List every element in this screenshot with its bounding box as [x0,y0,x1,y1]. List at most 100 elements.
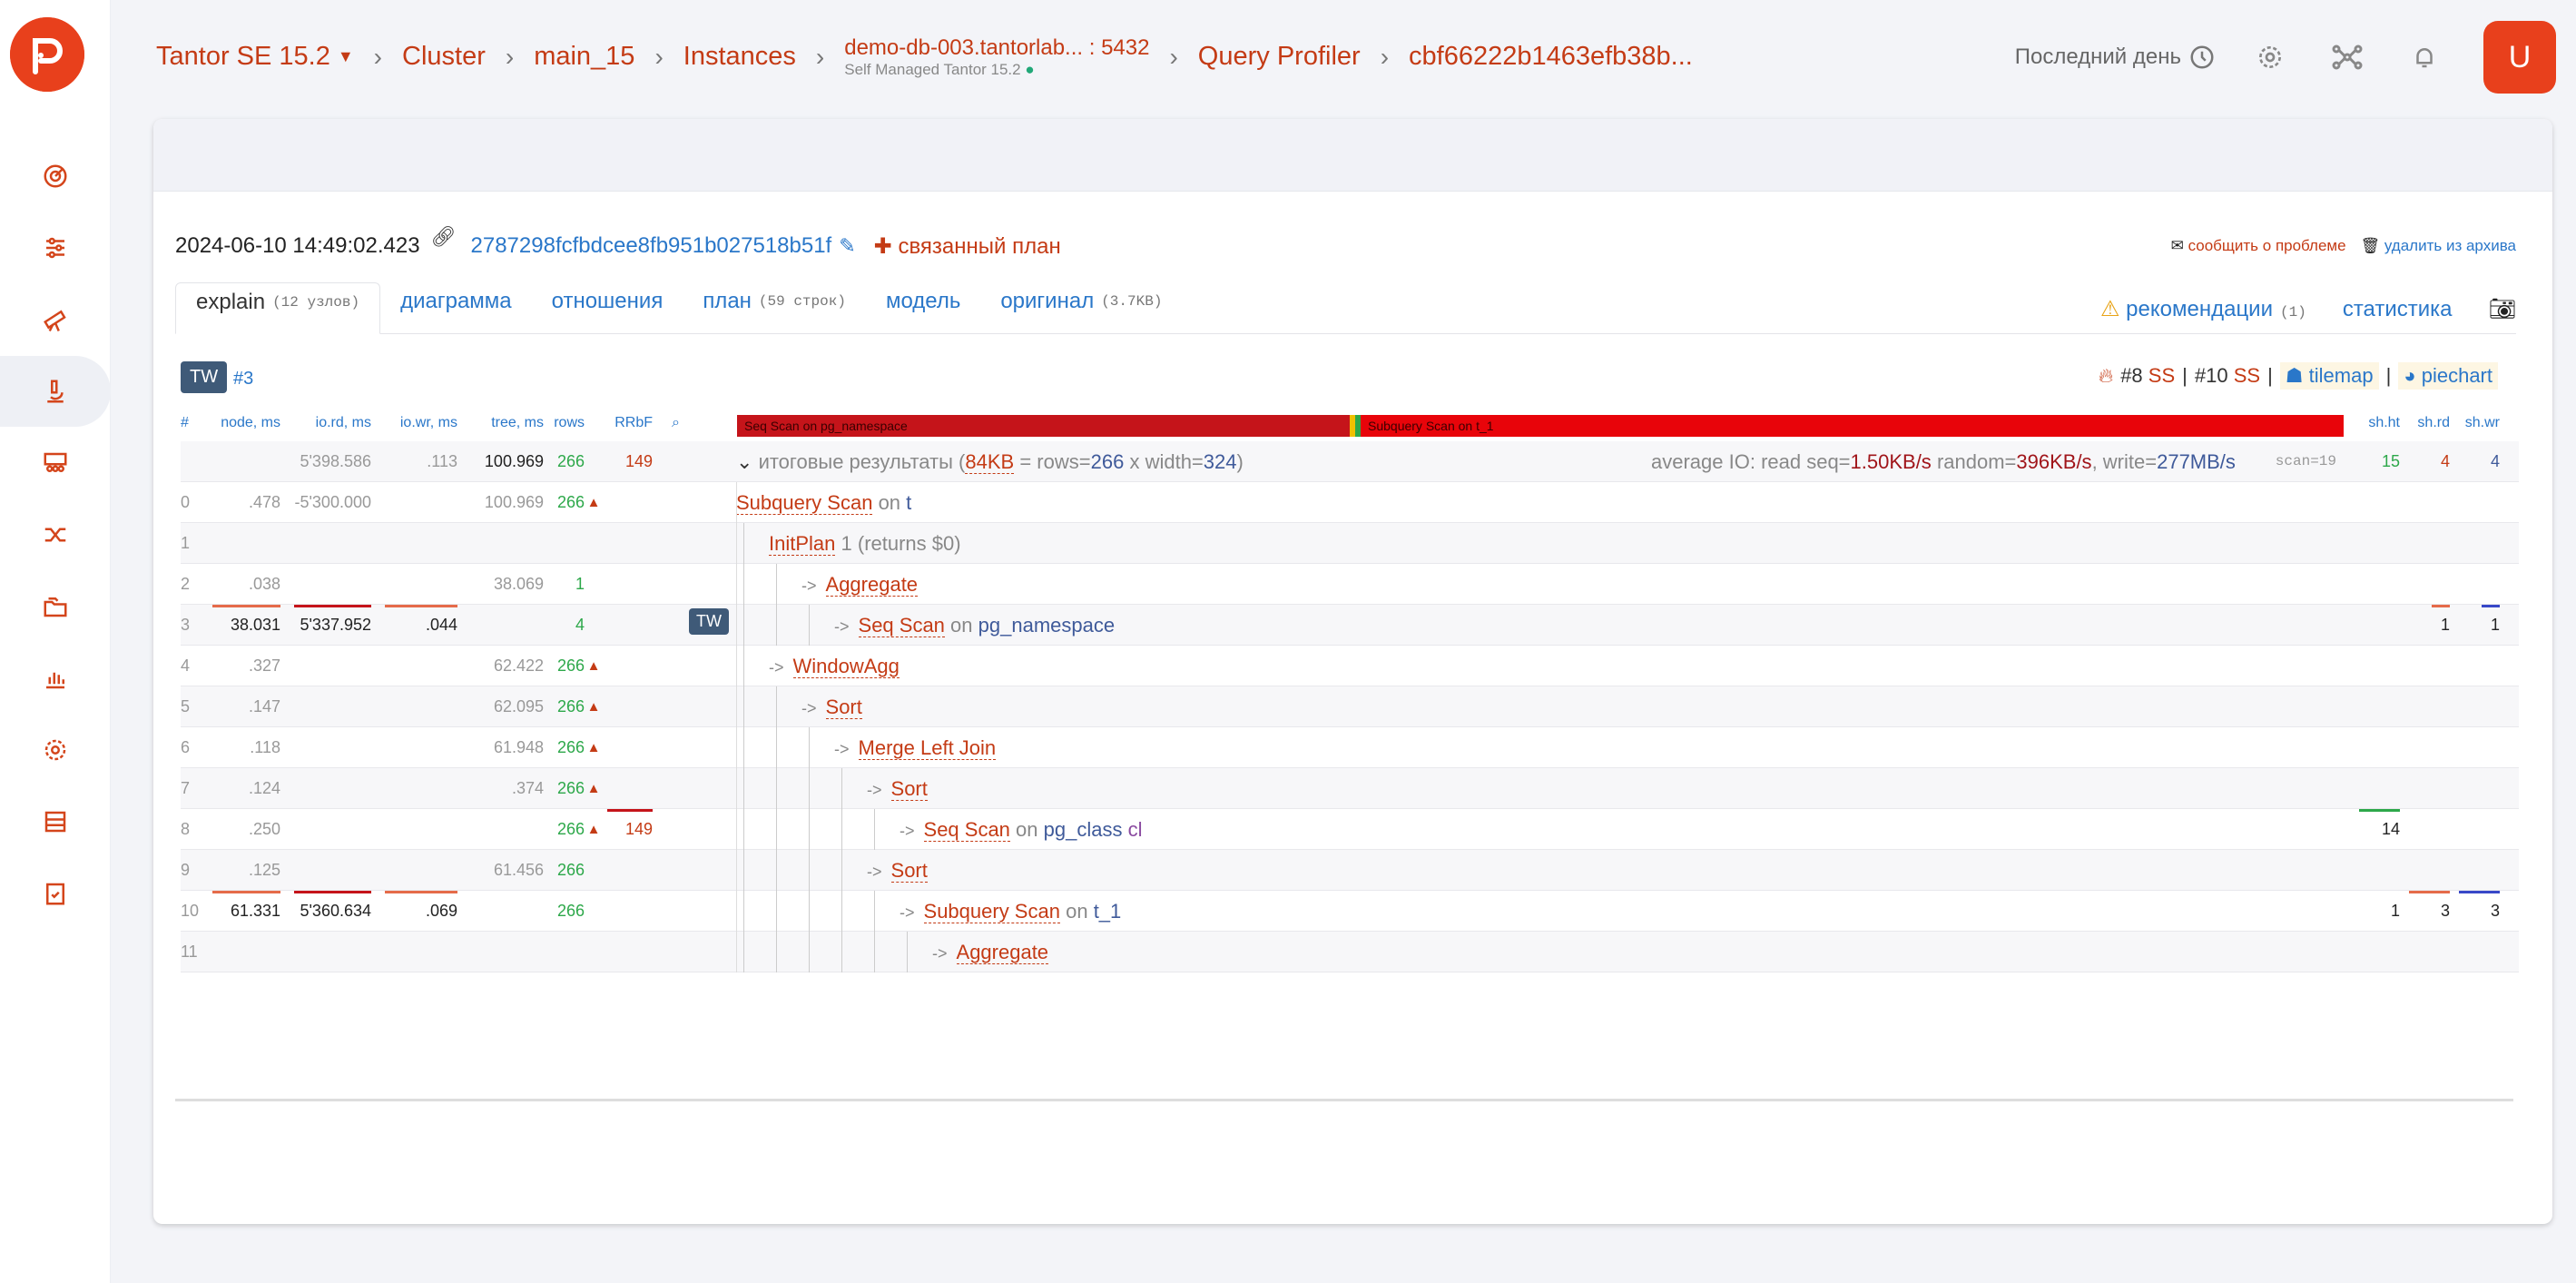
ss10-link[interactable]: #10 SS [2195,364,2260,388]
table-row[interactable]: 7.124.374 266 ▲ -> Sort [181,768,2519,809]
plan-node[interactable]: -> Seq Scan on pg_class cl [900,809,1143,850]
link-icon[interactable]: 🔗︎ [431,225,457,249]
sidebar-item-dashboard[interactable] [0,141,111,212]
plan-hash-link[interactable]: 2787298fcfbdcee8fb951b027518b51f [471,233,832,259]
header-rrbf[interactable]: RRbF [598,410,653,437]
pencil-icon[interactable]: ✎ [839,234,855,258]
network-button[interactable] [2329,39,2365,75]
summary-iord: 5'398.586 [300,452,371,470]
sidebar-item-settings[interactable] [0,212,111,283]
ss8-link[interactable]: #8 SS [2120,364,2175,388]
table-row[interactable]: 5.147 62.095 266 ▲ -> Sort [181,686,2519,727]
breadcrumb-cluster[interactable]: Cluster [402,42,486,72]
table-row[interactable]: 11 -> Aggregate [181,932,2519,972]
header-shwr[interactable]: sh.wr [2450,410,2500,437]
plan-node-op[interactable]: Aggregate [956,941,1049,964]
plan-node-op[interactable]: InitPlan [769,532,836,556]
header-rows[interactable]: rows [544,410,585,437]
tab-plan[interactable]: план (59 строк) [683,281,866,333]
avatar[interactable]: U [2483,20,2556,94]
sidebar-item-shuffle[interactable] [0,499,111,570]
delete-archive-link[interactable]: 🗑︎ удалить из архива [2361,237,2516,255]
table-row[interactable]: 8.250 266 ▲ 149 -> Seq Scan on pg_class cl 14 [181,809,2519,850]
table-row[interactable]: 4.327 62.422 266 ▲ -> WindowAgg [181,646,2519,686]
node-ref-link[interactable]: #3 [233,369,253,390]
header-shht[interactable]: sh.ht [2350,410,2400,437]
plan-node[interactable]: -> Sort [867,850,928,891]
plan-node[interactable]: -> WindowAgg [769,646,900,686]
tab-diagram[interactable]: диаграмма [380,281,532,333]
table-row[interactable]: 9 .125 61.456 266 -> Sort [181,850,2519,891]
plan-node-op[interactable]: Seq Scan [858,614,945,637]
plan-node-op[interactable]: Subquery Scan [736,491,873,515]
summary-text[interactable]: ⌄ итоговые результаты (84KB = rows=266 x… [736,441,1244,482]
statistics-tab[interactable]: статистика [2343,297,2453,322]
search-icon[interactable]: ⌕ [653,410,680,437]
breadcrumb-profiler[interactable]: Query Profiler [1198,42,1361,72]
row-shwr [2450,564,2500,605]
tab-relations[interactable]: отношения [532,281,683,333]
plan-node-op[interactable]: Sort [890,777,928,801]
plan-node-op[interactable]: WindowAgg [792,655,900,678]
plan-node[interactable]: -> Merge Left Join [834,727,997,768]
sidebar-item-observe[interactable] [0,284,111,355]
sidebar-item-tasks[interactable] [0,858,111,929]
tw-badge[interactable]: TW [181,361,228,393]
report-problem-link[interactable]: ✉ сообщить о проблеме [2171,237,2346,255]
plan-node[interactable]: -> Aggregate [801,564,919,605]
period-selector[interactable]: Последний день [2015,44,2216,71]
tab-explain[interactable]: explain (12 узлов) [175,282,381,334]
tab-original[interactable]: оригинал (3.7KB) [980,281,1182,333]
header-shrd[interactable]: sh.rd [2400,410,2450,437]
sidebar-item-folders[interactable] [0,571,111,642]
header-iord[interactable]: io.rd, ms [280,410,371,437]
header-tree[interactable]: tree, ms [457,410,544,437]
plan-node[interactable]: -> Sort [867,768,928,809]
tilemap-button[interactable]: ☗ tilemap [2279,362,2379,390]
plan-node-op[interactable]: Sort [890,859,928,883]
plan-node-op[interactable]: Subquery Scan [923,900,1060,923]
table-row[interactable]: 2 .038 38.069 1 -> Aggregate [181,564,2519,605]
plan-node[interactable]: -> Subquery Scan on t_1 [900,891,1121,932]
plan-node[interactable]: InitPlan 1 (returns $0) [769,523,961,564]
notifications-button[interactable] [2406,39,2443,75]
sidebar-item-config[interactable] [0,715,111,785]
plan-date: 2024-06-10 14:49:02.423 [175,233,420,258]
header-iowr[interactable]: io.wr, ms [371,410,457,437]
related-plan-button[interactable]: ✚ связанный план [874,233,1061,260]
plan-node-op[interactable]: Aggregate [825,573,919,597]
piechart-button[interactable]: ◕ piechart [2398,362,2498,390]
tab-model[interactable]: модель [866,281,980,333]
breadcrumb-product[interactable]: Tantor SE 15.2 [156,42,330,72]
plan-node-op[interactable]: Merge Left Join [858,736,997,760]
table-row[interactable]: 6.118 61.948 266 ▲ -> Merge Left Join [181,727,2519,768]
header-node[interactable]: node, ms [199,410,280,437]
table-row[interactable]: 1 InitPlan 1 (returns $0) [181,523,2519,564]
table-row[interactable]: 10 61.331 5'360.634 .069 266 -> Subquery Scan … [181,891,2519,932]
tw-badge[interactable]: TW [689,608,729,635]
app-logo[interactable] [10,17,84,92]
plan-node[interactable]: -> Aggregate [932,932,1049,972]
breadcrumb-query-id[interactable]: cbf66222b1463efb38b... [1409,42,1693,72]
sidebar-item-users[interactable] [0,428,111,498]
chevron-down-icon[interactable]: ▼ [338,47,354,66]
tab-note: (12 узлов) [272,293,360,311]
sidebar-item-charts[interactable] [0,643,111,714]
table-row[interactable]: 3 38.031 5'337.952 .044 4 -> Seq Scan on pg_na… [181,605,2519,646]
row-rows: 266 [556,902,585,920]
settings-button[interactable] [2252,39,2288,75]
summary-rows: 266 [556,452,585,470]
breadcrumb-main[interactable]: main_15 [534,42,634,72]
breadcrumb-db[interactable]: demo-db-003.tantorlab... : 5432 Self Man… [844,35,1149,78]
breadcrumb-instances[interactable]: Instances [683,42,796,72]
table-row[interactable]: 0.478 -5'300.000 100.969 266 ▲ Subquery Scan … [181,482,2519,523]
plan-node[interactable]: -> Seq Scan on pg_namespace [834,605,1115,646]
sidebar-item-storage[interactable] [0,786,111,857]
plan-node-op[interactable]: Sort [825,696,862,719]
plan-node[interactable]: Subquery Scan on t [736,482,911,523]
plan-node-op[interactable]: Seq Scan [923,818,1010,842]
recommendations-tab[interactable]: ⚠ рекомендации (1) [2100,296,2306,322]
plan-node[interactable]: -> Sort [801,686,862,727]
camera-icon[interactable]: 📷︎ [2489,296,2516,322]
sidebar-item-profiler[interactable] [0,356,111,427]
